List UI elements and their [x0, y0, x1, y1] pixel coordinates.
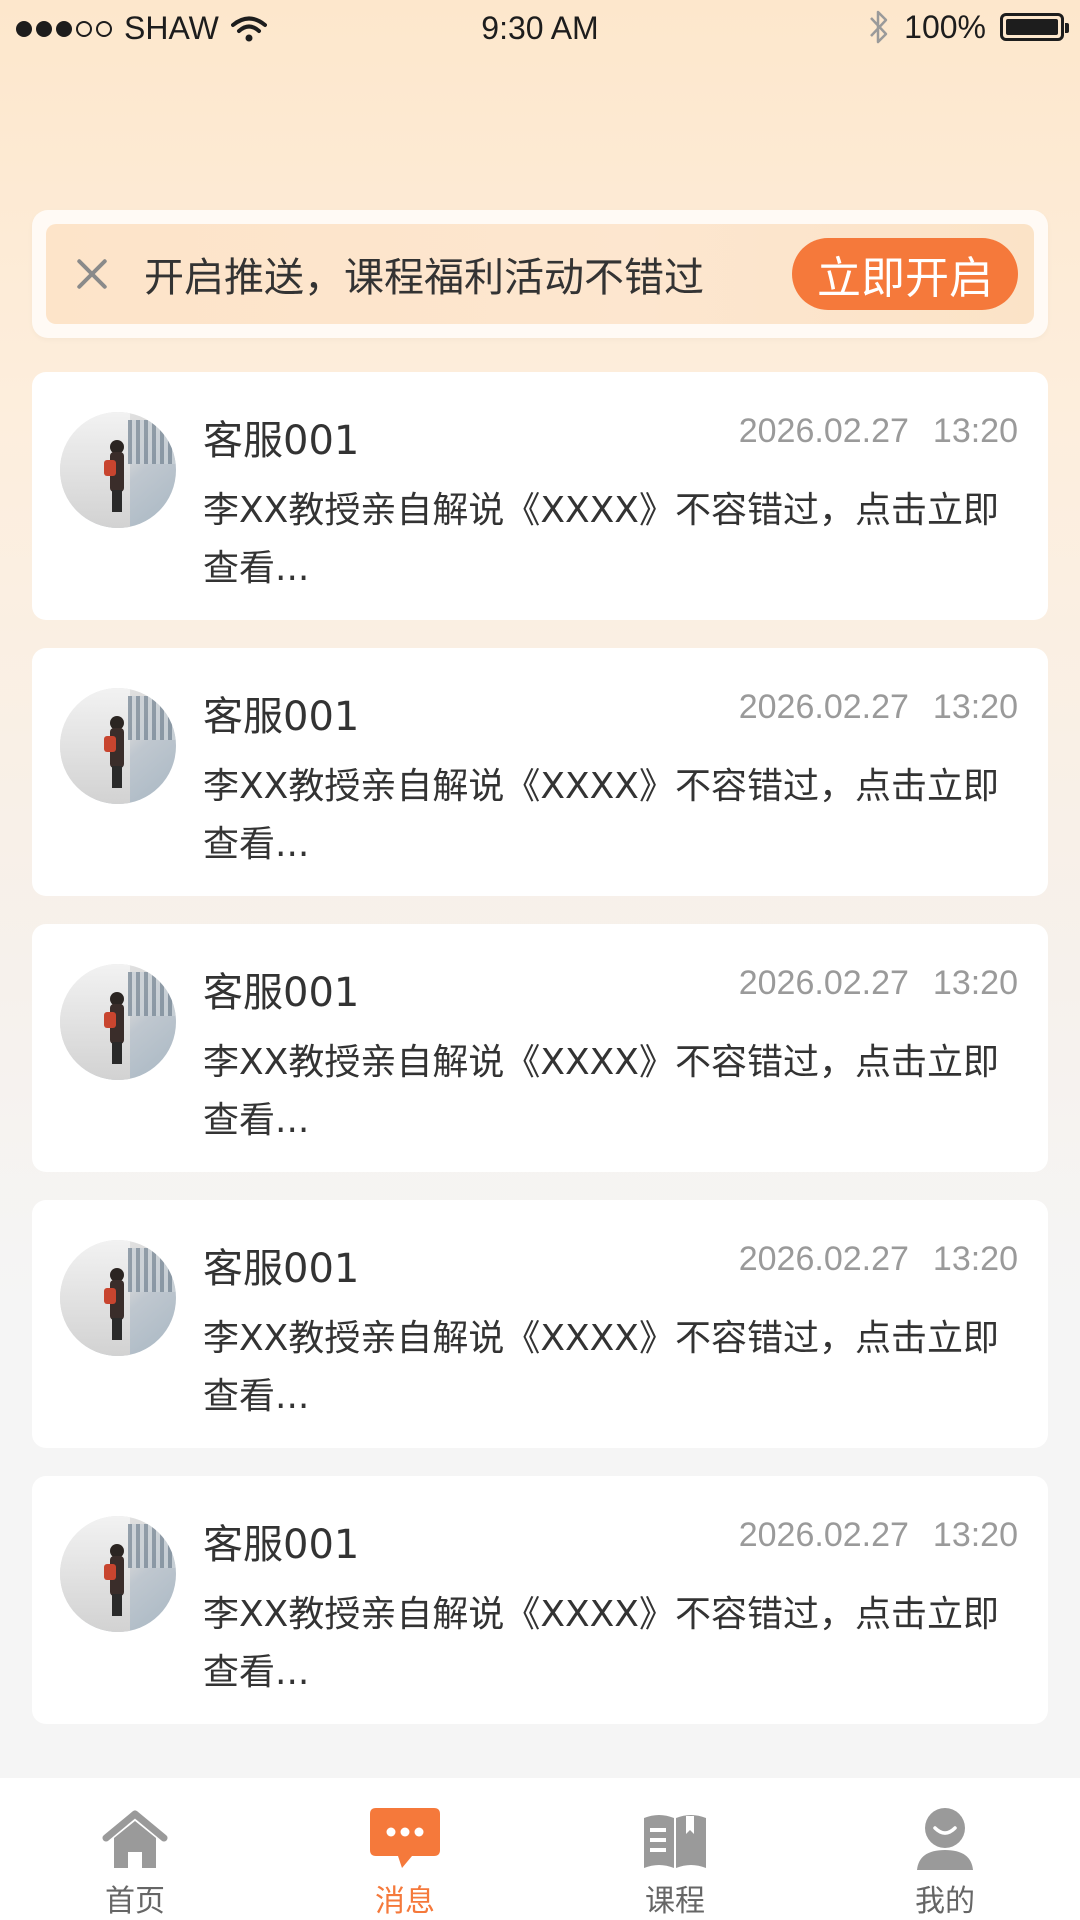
- message-timestamp: 2026.02.27 13:20: [739, 1516, 1018, 1555]
- message-item[interactable]: 客服001 2026.02.27 13:20 李XX教授亲自解说《XXXX》不容错…: [32, 648, 1048, 896]
- tab-messages[interactable]: 消息: [270, 1778, 540, 1920]
- tab-home[interactable]: 首页: [0, 1778, 270, 1920]
- status-bar: SHAW 9:30 AM 100%: [0, 0, 1080, 60]
- home-icon: [102, 1810, 168, 1868]
- tab-label: 课程: [645, 1884, 705, 1919]
- tab-courses[interactable]: 课程: [540, 1778, 810, 1920]
- tab-label: 消息: [375, 1884, 435, 1919]
- avatar: [60, 1516, 176, 1632]
- battery-icon: [1000, 13, 1069, 41]
- book-icon: [644, 1815, 706, 1868]
- message-sender: 客服001: [203, 418, 360, 464]
- message-time: 13:20: [932, 1240, 1018, 1278]
- message-sender: 客服001: [203, 694, 360, 740]
- tab-label: 首页: [105, 1884, 165, 1919]
- message-timestamp: 2026.02.27 13:20: [739, 412, 1018, 451]
- avatar: [60, 1240, 176, 1356]
- bluetooth-icon: [870, 10, 888, 44]
- push-banner-text: 开启推送，课程福利活动不错过: [144, 255, 704, 301]
- message-item[interactable]: 客服001 2026.02.27 13:20 李XX教授亲自解说《XXXX》不容错…: [32, 924, 1048, 1172]
- message-sender: 客服001: [203, 970, 360, 1016]
- bottom-tab-bar: 首页 消息 课程 我的: [0, 1778, 1080, 1920]
- message-time: 13:20: [932, 964, 1018, 1002]
- status-right: 100%: [868, 8, 1069, 46]
- message-time: 13:20: [932, 412, 1018, 450]
- message-time: 13:20: [932, 688, 1018, 726]
- message-timestamp: 2026.02.27 13:20: [739, 688, 1018, 727]
- message-date: 2026.02.27: [738, 1240, 909, 1278]
- avatar: [60, 688, 176, 804]
- message-preview: 李XX教授亲自解说《XXXX》不容错过，点击立即查看...: [203, 1042, 999, 1141]
- message-date: 2026.02.27: [738, 964, 909, 1002]
- chat-bubble-icon: [370, 1808, 440, 1868]
- message-item[interactable]: 客服001 2026.02.27 13:20 李XX教授亲自解说《XXXX》不容错…: [32, 372, 1048, 620]
- avatar: [60, 412, 176, 528]
- message-date: 2026.02.27: [738, 688, 909, 726]
- push-banner-body: 开启推送，课程福利活动不错过 立即开启: [46, 224, 1034, 324]
- message-item[interactable]: 客服001 2026.02.27 13:20 李XX教授亲自解说《XXXX》不容错…: [32, 1200, 1048, 1448]
- tab-profile[interactable]: 我的: [810, 1778, 1080, 1920]
- avatar: [60, 964, 176, 1080]
- message-sender: 客服001: [203, 1246, 360, 1292]
- message-timestamp: 2026.02.27 13:20: [739, 964, 1018, 1003]
- message-item[interactable]: 客服001 2026.02.27 13:20 李XX教授亲自解说《XXXX》不容错…: [32, 1476, 1048, 1724]
- message-date: 2026.02.27: [738, 412, 909, 450]
- message-preview: 李XX教授亲自解说《XXXX》不容错过，点击立即查看...: [203, 490, 999, 589]
- message-sender: 客服001: [203, 1522, 360, 1568]
- user-icon: [917, 1808, 973, 1870]
- close-icon[interactable]: [70, 252, 114, 296]
- message-time: 13:20: [932, 1516, 1018, 1554]
- enable-push-button[interactable]: 立即开启: [792, 238, 1018, 310]
- message-date: 2026.02.27: [738, 1516, 909, 1554]
- message-preview: 李XX教授亲自解说《XXXX》不容错过，点击立即查看...: [203, 1594, 999, 1693]
- message-timestamp: 2026.02.27 13:20: [739, 1240, 1018, 1279]
- battery-percentage: 100%: [904, 8, 986, 45]
- message-preview: 李XX教授亲自解说《XXXX》不容错过，点击立即查看...: [203, 766, 999, 865]
- message-preview: 李XX教授亲自解说《XXXX》不容错过，点击立即查看...: [203, 1318, 999, 1417]
- message-list: 客服001 2026.02.27 13:20 李XX教授亲自解说《XXXX》不容错…: [32, 372, 1048, 1752]
- push-notification-banner: 开启推送，课程福利活动不错过 立即开启: [32, 210, 1048, 338]
- tab-label: 我的: [915, 1884, 975, 1919]
